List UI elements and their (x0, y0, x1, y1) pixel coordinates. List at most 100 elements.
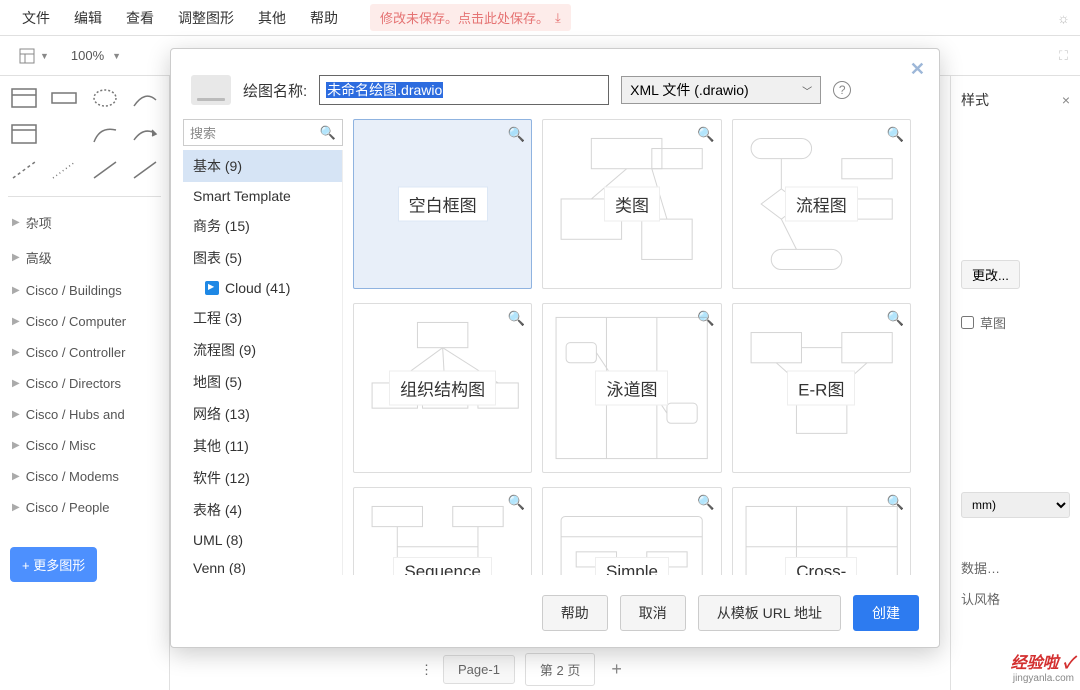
category-cisco-people[interactable]: ▶Cisco / People (0, 492, 169, 523)
layout-dropdown[interactable]: ▼ (10, 43, 57, 69)
template-item[interactable]: 🔍泳道图 (542, 303, 721, 473)
add-page-button[interactable]: + (605, 659, 628, 680)
watermark: 经验啦 ✓ jingyanla.com (1011, 649, 1074, 684)
fullscreen-icon[interactable]: ⛶ (1059, 48, 1070, 64)
file-type-select[interactable]: XML 文件 (.drawio) ﹀ (621, 76, 821, 104)
file-name-input[interactable]: 未命名绘图.drawio (319, 75, 609, 105)
category-advanced[interactable]: ▶高级 (0, 240, 169, 275)
template-category-item[interactable]: 表格 (4) (183, 494, 342, 526)
category-cisco-hubs[interactable]: ▶Cisco / Hubs and (0, 399, 169, 430)
template-category-item[interactable]: 商务 (15) (183, 210, 342, 242)
menu-help[interactable]: 帮助 (298, 8, 350, 28)
menu-view[interactable]: 查看 (114, 8, 166, 28)
right-panel: 样式 × 更改... 草图 mm) 数据… 认风格 (950, 76, 1080, 690)
category-misc[interactable]: ▶杂项 (0, 205, 169, 240)
file-name-label: 绘图名称: (243, 80, 307, 101)
category-cisco-buildings[interactable]: ▶Cisco / Buildings (0, 275, 169, 306)
template-item[interactable]: 🔍 空白框图 (353, 119, 532, 289)
template-item[interactable]: 🔍流程图 (732, 119, 911, 289)
shape-line-dots[interactable] (48, 156, 80, 184)
chevron-down-icon: ▼ (112, 51, 121, 61)
category-cisco-controller[interactable]: ▶Cisco / Controller (0, 337, 169, 368)
create-button[interactable]: 创建 (853, 595, 919, 631)
template-category-item[interactable]: 流程图 (9) (183, 334, 342, 366)
chevron-down-icon: ﹀ (802, 83, 812, 98)
template-item[interactable]: 🔍Cross- (732, 487, 911, 575)
page-tab-1[interactable]: Page-1 (443, 655, 515, 684)
modal-header: 绘图名称: 未命名绘图.drawio XML 文件 (.drawio) ﹀ ? (171, 49, 939, 119)
template-label: 组织结构图 (389, 371, 496, 406)
template-category-list: 基本 (9)Smart Template商务 (15)图表 (5)Cloud (… (183, 150, 343, 575)
zoom-level[interactable]: 100% ▼ (63, 44, 129, 67)
menu-extras[interactable]: 其他 (246, 8, 298, 28)
shape-blank[interactable] (48, 120, 80, 148)
theme-toggle-icon[interactable]: ☼ (1057, 10, 1070, 26)
menu-file[interactable]: 文件 (10, 8, 62, 28)
template-item[interactable]: 🔍组织结构图 (353, 303, 532, 473)
template-category-item[interactable]: Cloud (41) (183, 274, 342, 302)
shape-window[interactable] (8, 120, 40, 148)
shape-curve2[interactable] (89, 120, 121, 148)
template-category-item[interactable]: 其他 (11) (183, 430, 342, 462)
menu-arrange[interactable]: 调整图形 (166, 8, 246, 28)
save-warning[interactable]: 修改未保存。点击此处保存。 ⤓ (370, 4, 571, 31)
menubar: 文件 编辑 查看 调整图形 其他 帮助 修改未保存。点击此处保存。 ⤓ ☼ (0, 0, 1080, 36)
search-icon: 🔍 (320, 125, 336, 141)
shape-line[interactable] (89, 156, 121, 184)
template-label: Simple (595, 557, 669, 575)
template-item[interactable]: 🔍Simple (542, 487, 721, 575)
shape-rect-lines[interactable] (8, 84, 40, 112)
template-item[interactable]: 🔍E-R图 (732, 303, 911, 473)
more-shapes-button[interactable]: + 更多图形 (10, 547, 97, 582)
template-category-item[interactable]: 地图 (5) (183, 366, 342, 398)
shape-label[interactable] (48, 84, 80, 112)
template-sidebar: 搜索 🔍 基本 (9)Smart Template商务 (15)图表 (5)Cl… (183, 119, 343, 575)
download-icon: ⤓ (555, 10, 561, 26)
category-cisco-modems[interactable]: ▶Cisco / Modems (0, 461, 169, 492)
unit-select[interactable]: mm) (961, 492, 1070, 518)
cancel-button[interactable]: 取消 (620, 595, 686, 631)
page-tab-2[interactable]: 第 2 页 (525, 653, 595, 686)
help-button[interactable]: 帮助 (542, 595, 608, 631)
template-label: 流程图 (785, 187, 858, 222)
template-category-item[interactable]: UML (8) (183, 526, 342, 554)
category-cisco-directors[interactable]: ▶Cisco / Directors (0, 368, 169, 399)
template-category-item[interactable]: Venn (8) (183, 554, 342, 575)
shape-curve[interactable] (129, 84, 161, 112)
shape-arrow-curve[interactable] (129, 120, 161, 148)
layout-icon (18, 47, 36, 65)
shape-category-list: ▶杂项 ▶高级 ▶Cisco / Buildings ▶Cisco / Comp… (0, 201, 169, 527)
cloud-icon (205, 281, 219, 295)
close-icon[interactable]: × (1062, 92, 1070, 108)
menu-edit[interactable]: 编辑 (62, 8, 114, 28)
shape-line-dash[interactable] (8, 156, 40, 184)
template-item[interactable]: 🔍Sequence (353, 487, 532, 575)
edit-data-link[interactable]: 数据… (961, 558, 1070, 577)
template-category-item[interactable]: 工程 (3) (183, 302, 342, 334)
template-category-item[interactable]: 图表 (5) (183, 242, 342, 274)
template-category-item[interactable]: 基本 (9) (183, 150, 342, 182)
category-cisco-computer[interactable]: ▶Cisco / Computer (0, 306, 169, 337)
shapes-palette (0, 76, 169, 192)
zoom-icon[interactable]: 🔍 (508, 126, 525, 143)
sketch-label: 草图 (980, 313, 1006, 332)
sketch-checkbox[interactable] (961, 316, 974, 329)
template-grid: 🔍 空白框图 🔍类图🔍流程图 🔍组织结构图🔍泳道图🔍E-R图 🔍Sequence🔍Sim… (353, 119, 919, 575)
template-category-item[interactable]: 网络 (13) (183, 398, 342, 430)
template-category-item[interactable]: 软件 (12) (183, 462, 342, 494)
help-icon[interactable]: ? (833, 81, 851, 99)
modal-close-button[interactable]: ✕ (910, 59, 925, 80)
chevron-right-icon: ▶ (12, 378, 20, 389)
template-category-item[interactable]: Smart Template (183, 182, 342, 210)
shape-line2[interactable] (129, 156, 161, 184)
chevron-right-icon: ▶ (12, 217, 20, 228)
template-search-input[interactable]: 搜索 🔍 (183, 119, 343, 146)
reset-style-link[interactable]: 认风格 (961, 589, 1070, 608)
shape-ellipse-dash[interactable] (89, 84, 121, 112)
page-menu-icon[interactable]: ⋮ (420, 662, 433, 678)
change-style-button[interactable]: 更改... (961, 260, 1020, 289)
from-url-button[interactable]: 从模板 URL 地址 (698, 595, 841, 631)
category-cisco-misc[interactable]: ▶Cisco / Misc (0, 430, 169, 461)
template-item[interactable]: 🔍类图 (542, 119, 721, 289)
template-label: 空白框图 (398, 187, 488, 222)
